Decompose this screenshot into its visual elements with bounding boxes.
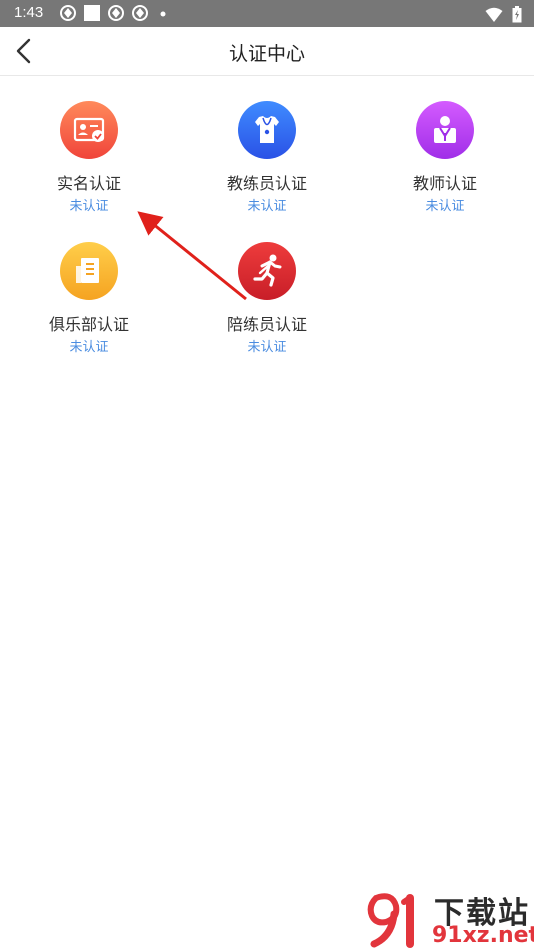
watermark: 下载站 91xz.net [362,888,534,948]
square-notification-icon [84,5,100,21]
item-status: 未认证 [247,340,287,355]
status-time: 1:43 [14,4,44,21]
watermark-url: 91xz.net [432,923,534,948]
item-label: 俱乐部认证 [48,315,129,334]
status-right-icons [485,4,522,23]
top-app-bar: 认证中心 [0,27,534,76]
item-label: 实名认证 [56,174,121,193]
runner-icon [238,242,296,300]
verify-realname-item[interactable]: 实名认证 未认证 [0,101,178,216]
coach-shirt-icon [238,101,296,159]
verify-teacher-item[interactable]: 教师认证 未认证 [356,101,534,216]
item-status: 未认证 [425,199,465,214]
item-status: 未认证 [247,199,287,214]
item-status: 未认证 [69,340,109,355]
item-label: 陪练员认证 [226,315,307,334]
page-title: 认证中心 [228,43,305,65]
app-notification-icon [132,5,148,21]
verify-coach-item[interactable]: 教练员认证 未认证 [178,101,356,216]
watermark-logo-icon [367,893,414,948]
app-notification-icon [108,5,124,21]
app-notification-icon [60,5,76,21]
item-label: 教练员认证 [226,174,307,193]
id-card-icon [60,101,118,159]
more-notifications-dot-icon [160,11,166,17]
status-bar: 1:43 [0,0,534,27]
verify-club-item[interactable]: 俱乐部认证 未认证 [0,242,178,357]
wifi-icon [485,7,503,22]
item-label: 教师认证 [412,174,477,193]
teacher-icon [416,101,474,159]
battery-icon [512,6,522,23]
verify-sparring-partner-item[interactable]: 陪练员认证 未认证 [178,242,356,357]
item-status: 未认证 [69,199,109,214]
building-icon [60,242,118,300]
